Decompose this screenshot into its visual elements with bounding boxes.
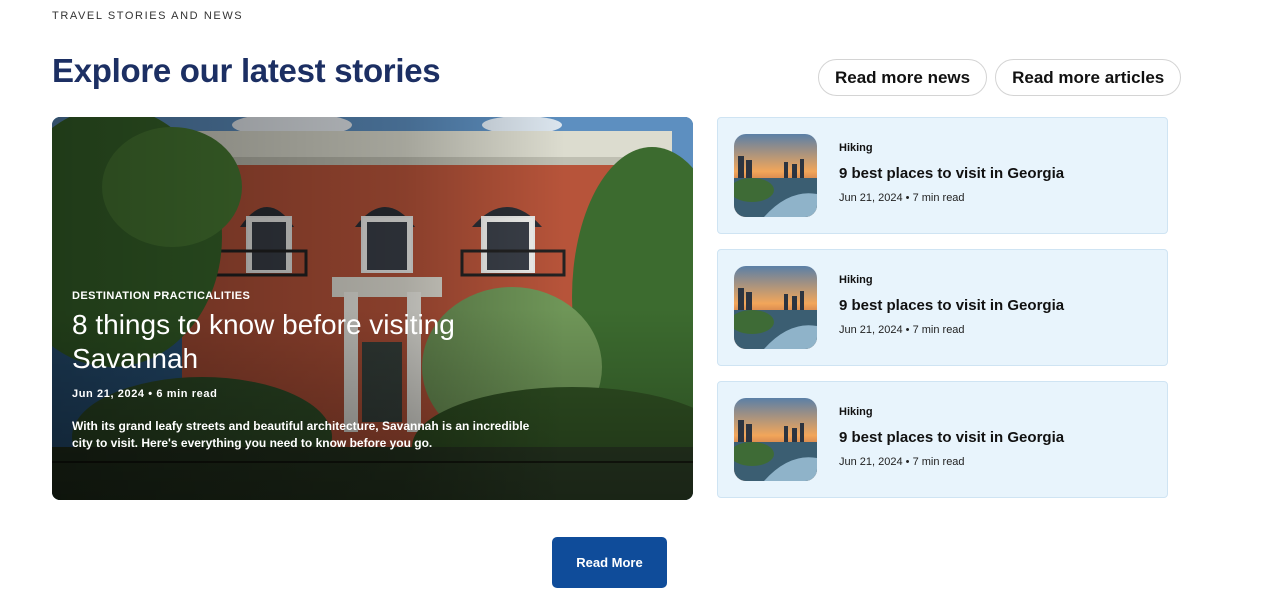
read-more-button[interactable]: Read More (552, 537, 667, 588)
featured-content: DESTINATION PRACTICALITIES 8 things to k… (72, 290, 532, 452)
article-thumbnail (734, 266, 817, 349)
featured-meta: Jun 21, 2024 • 6 min read (72, 388, 218, 400)
article-meta: Jun 21, 2024 • 7 min read (839, 192, 965, 204)
article-thumbnail (734, 398, 817, 481)
header-actions: Read more news Read more articles (818, 59, 1182, 96)
article-meta: Jun 21, 2024 • 7 min read (839, 456, 965, 468)
featured-category[interactable]: DESTINATION PRACTICALITIES (72, 290, 532, 302)
featured-article-card[interactable]: DESTINATION PRACTICALITIES 8 things to k… (52, 117, 693, 500)
side-article-card[interactable]: Hiking 9 best places to visit in Georgia… (717, 249, 1168, 366)
article-title[interactable]: 9 best places to visit in Georgia (839, 165, 1064, 182)
section-eyebrow: TRAVEL STORIES AND NEWS (52, 10, 244, 22)
article-meta: Jun 21, 2024 • 7 min read (839, 324, 965, 336)
side-article-card[interactable]: Hiking 9 best places to visit in Georgia… (717, 117, 1168, 234)
article-category[interactable]: Hiking (839, 274, 1064, 286)
read-more-news-button[interactable]: Read more news (818, 59, 988, 96)
featured-description: With its grand leafy streets and beautif… (72, 419, 530, 450)
article-thumbnail (734, 134, 817, 217)
side-article-card[interactable]: Hiking 9 best places to visit in Georgia… (717, 381, 1168, 498)
article-category[interactable]: Hiking (839, 142, 1064, 154)
featured-title[interactable]: 8 things to know before visiting Savanna… (72, 308, 532, 376)
side-article-list: Hiking 9 best places to visit in Georgia… (717, 117, 1168, 513)
article-title[interactable]: 9 best places to visit in Georgia (839, 429, 1064, 446)
read-more-articles-button[interactable]: Read more articles (995, 59, 1182, 96)
article-title[interactable]: 9 best places to visit in Georgia (839, 297, 1064, 314)
article-category[interactable]: Hiking (839, 406, 1064, 418)
page-title: Explore our latest stories (52, 52, 441, 89)
